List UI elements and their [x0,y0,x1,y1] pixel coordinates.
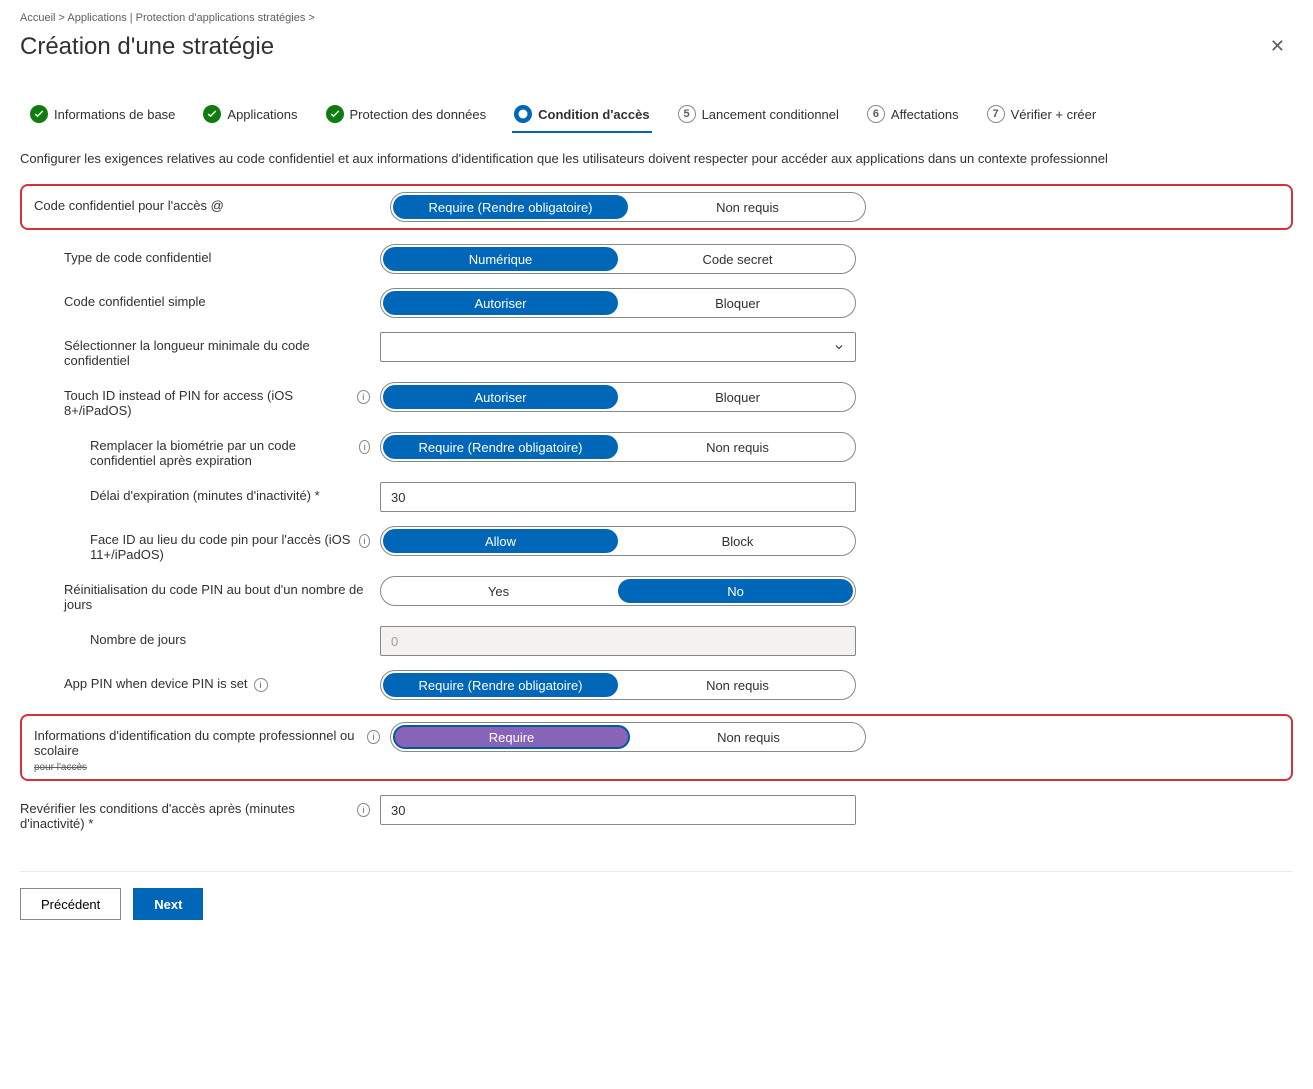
tab-basics[interactable]: Informations de base [20,97,185,131]
input-timeout[interactable] [380,482,856,512]
step-number-icon: 6 [867,105,885,123]
toggle-not-required[interactable]: Non requis [630,193,865,221]
toggle-block[interactable]: Bloquer [620,289,855,317]
info-icon[interactable]: i [367,730,380,744]
label-pin-type: Type de code confidentiel [20,244,370,265]
label-app-pin: App PIN when device PIN is set i [20,670,370,692]
chevron-down-icon [833,341,845,353]
toggle-allow[interactable]: Autoriser [383,385,618,409]
label-touch-id: Touch ID instead of PIN for access (iOS … [20,382,370,418]
breadcrumb[interactable]: Accueil > Applications | Protection d'ap… [20,0,1293,32]
label-pin-reset: Réinitialisation du code PIN au bout d'u… [20,576,370,612]
toggle-app-pin[interactable]: Require (Rendre obligatoire) Non requis [380,670,856,700]
toggle-require[interactable]: Require (Rendre obligatoire) [393,195,628,219]
tab-label: Vérifier + créer [1011,107,1097,122]
wizard-footer: Précédent Next [20,871,1293,936]
tab-assignments[interactable]: 6 Affectations [857,97,969,131]
toggle-work-credentials[interactable]: Require Non requis [390,722,866,752]
check-icon [203,105,221,123]
highlight-pin-access: Code confidentiel pour l'accès @ Require… [20,184,1293,230]
step-number-icon: 5 [678,105,696,123]
info-icon[interactable]: i [359,440,370,454]
label-face-id: Face ID au lieu du code pin pour l'accès… [20,526,370,562]
info-icon[interactable]: i [359,534,370,548]
next-button[interactable]: Next [133,888,203,920]
toggle-face-id[interactable]: Allow Block [380,526,856,556]
section-intro: Configurer les exigences relatives au co… [20,151,1293,166]
toggle-simple-pin[interactable]: Autoriser Bloquer [380,288,856,318]
toggle-yes[interactable]: Yes [381,577,616,605]
info-icon[interactable]: i [357,390,370,404]
toggle-not-required[interactable]: Non requis [632,723,865,751]
toggle-pin-type[interactable]: Numérique Code secret [380,244,856,274]
tab-label: Protection des données [350,107,487,122]
label-simple-pin: Code confidentiel simple [20,288,370,309]
tab-conditional-launch[interactable]: 5 Lancement conditionnel [668,97,849,131]
toggle-not-required[interactable]: Non requis [620,671,855,699]
toggle-require[interactable]: Require (Rendre obligatoire) [383,435,618,459]
info-icon[interactable]: i [254,678,268,692]
wizard-tabs: Informations de base Applications Protec… [20,97,1293,131]
label-recheck: Revérifier les conditions d'accès après … [20,795,370,831]
highlight-work-credentials: Informations d'identification du compte … [20,714,1293,781]
toggle-pin-reset[interactable]: Yes No [380,576,856,606]
toggle-require[interactable]: Require [393,725,630,749]
previous-button[interactable]: Précédent [20,888,121,920]
tab-apps[interactable]: Applications [193,97,307,131]
label-work-credentials: Informations d'identification du compte … [30,722,380,773]
toggle-pin-access[interactable]: Require (Rendre obligatoire) Non requis [390,192,866,222]
tab-label: Applications [227,107,297,122]
toggle-touch-id[interactable]: Autoriser Bloquer [380,382,856,412]
tab-label: Affectations [891,107,959,122]
check-icon [30,105,48,123]
toggle-block[interactable]: Bloquer [620,383,855,411]
tab-data-protection[interactable]: Protection des données [316,97,497,131]
check-icon [326,105,344,123]
toggle-override-biometrics[interactable]: Require (Rendre obligatoire) Non requis [380,432,856,462]
label-override-biometrics: Remplacer la biométrie par un code confi… [20,432,370,468]
toggle-passcode[interactable]: Code secret [620,245,855,273]
label-num-days: Nombre de jours [20,626,370,647]
dropdown-min-length[interactable] [380,332,856,362]
tab-label: Informations de base [54,107,175,122]
toggle-no[interactable]: No [618,579,853,603]
step-icon [514,105,532,123]
toggle-allow[interactable]: Autoriser [383,291,618,315]
label-pin-access: Code confidentiel pour l'accès @ [30,192,380,213]
page-title: Création d'une stratégie [20,33,274,61]
input-recheck[interactable] [380,795,856,825]
close-icon[interactable]: ✕ [1262,32,1293,61]
toggle-block[interactable]: Block [620,527,855,555]
toggle-require[interactable]: Require (Rendre obligatoire) [383,673,618,697]
tab-label: Condition d'accès [538,107,649,122]
label-timeout: Délai d'expiration (minutes d'inactivité… [20,482,370,503]
label-min-length: Sélectionner la longueur minimale du cod… [20,332,370,368]
input-num-days [380,626,856,656]
tab-access-requirements[interactable]: Condition d'accès [504,97,659,131]
toggle-allow[interactable]: Allow [383,529,618,553]
tab-label: Lancement conditionnel [702,107,839,122]
tab-review-create[interactable]: 7 Vérifier + créer [977,97,1107,131]
toggle-not-required[interactable]: Non requis [620,433,855,461]
info-icon[interactable]: i [357,803,370,817]
toggle-numeric[interactable]: Numérique [383,247,618,271]
step-number-icon: 7 [987,105,1005,123]
